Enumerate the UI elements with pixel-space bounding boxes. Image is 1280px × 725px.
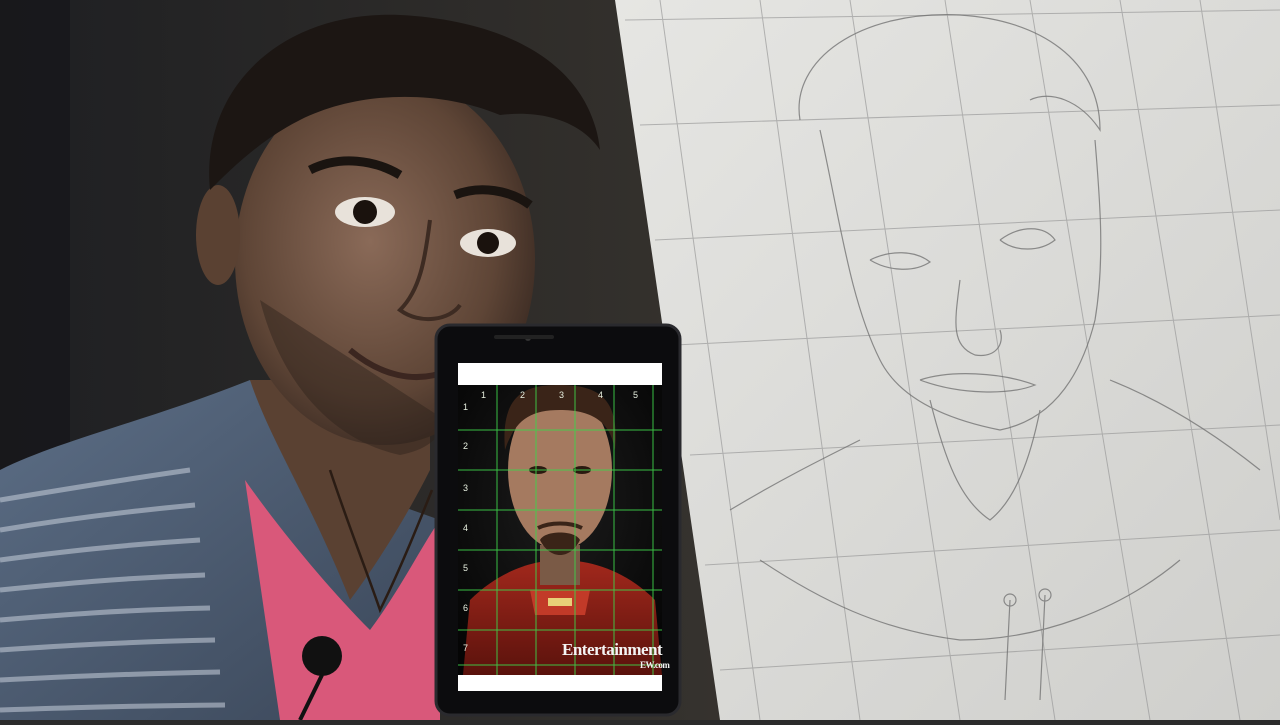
- sketch-paper: [615, 0, 1280, 721]
- grid-column-label: 1: [481, 390, 487, 400]
- watermark-sub: EW.com: [640, 660, 670, 670]
- grid-row-label: 4: [463, 523, 469, 533]
- watermark-logo: Entertainment: [562, 640, 663, 659]
- grid-column-label: 2: [520, 390, 526, 400]
- grid-row-label: 7: [463, 643, 469, 653]
- photo-scene: 1 2 3 4 5 1 2 3 4 5 6 7 Entertainment EW…: [0, 0, 1280, 721]
- grid-row-label: 5: [463, 563, 469, 573]
- grid-column-label: 5: [633, 390, 639, 400]
- grid-row-label: 2: [463, 441, 469, 451]
- grid-row-label: 3: [463, 483, 469, 493]
- grid-column-label: 4: [598, 390, 604, 400]
- grid-row-label: 1: [463, 402, 469, 412]
- grid-column-label: 3: [559, 390, 565, 400]
- grid-row-label: 6: [463, 603, 469, 613]
